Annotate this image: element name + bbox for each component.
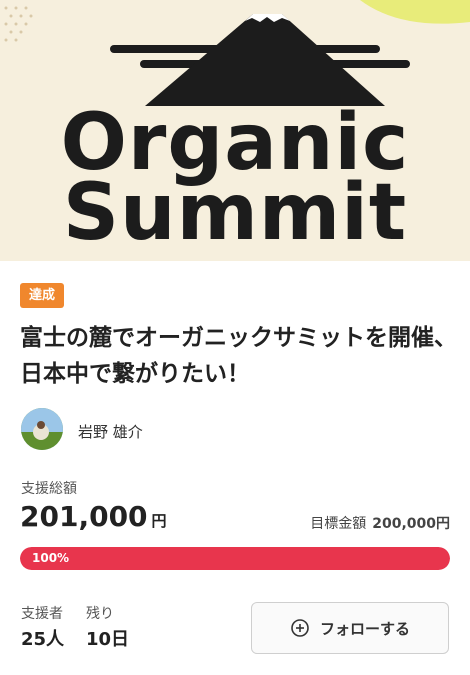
follow-button-label: フォローする	[319, 619, 410, 638]
avatar-image	[21, 408, 63, 450]
goal-value: 200,000円	[372, 516, 450, 532]
total-amount: 201,000 円	[20, 500, 167, 533]
owner-name[interactable]: 岩野 雄介	[78, 421, 143, 442]
progress-fill	[20, 547, 450, 570]
project-hero-image: Organic Summit	[0, 0, 470, 261]
dot-pattern	[4, 6, 33, 42]
status-badge: 達成	[20, 283, 65, 308]
funding-progress-bar: 100%	[20, 547, 450, 570]
progress-percent-text: 100%	[32, 551, 70, 565]
total-amount-value: 201,000	[20, 500, 148, 533]
project-title: 富士の麓でオーガニックサミットを開催、日本中で繋がりたい！	[20, 325, 457, 387]
remaining-label: 残り	[86, 606, 114, 622]
logo-word-summit: Summit	[62, 168, 408, 258]
total-amount-label: 支援総額	[21, 481, 77, 497]
supporters-count: 25人	[21, 629, 65, 650]
supporters-label: 支援者	[21, 606, 63, 622]
plus-circle-icon	[290, 618, 310, 638]
owner-avatar[interactable]	[21, 408, 63, 450]
goal-amount: 目標金額 200,000円	[310, 513, 450, 533]
remaining-days: 10日	[86, 629, 130, 650]
green-blob	[360, 0, 470, 24]
currency-unit: 円	[151, 512, 167, 530]
goal-label: 目標金額	[310, 516, 367, 532]
follow-button[interactable]: フォローする	[251, 602, 449, 654]
